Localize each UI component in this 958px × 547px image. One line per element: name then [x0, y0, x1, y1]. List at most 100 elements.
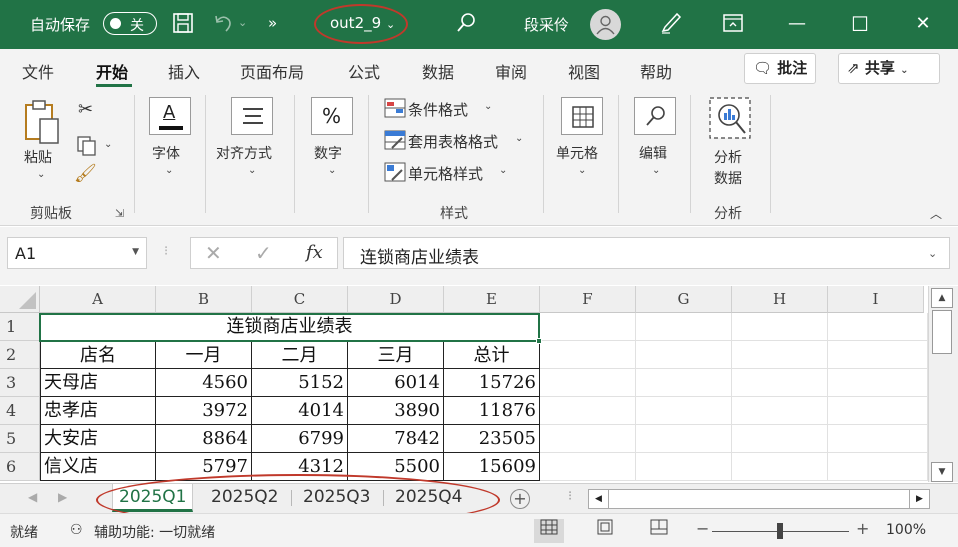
save-icon[interactable]	[172, 12, 194, 40]
empty-cell[interactable]	[732, 453, 828, 481]
avatar[interactable]	[590, 9, 621, 40]
confirm-entry-icon[interactable]: ✓	[255, 241, 272, 265]
user-name[interactable]: 段采伶	[524, 14, 569, 35]
zoom-out-icon[interactable]: −	[696, 519, 709, 538]
tab-splitter-icon[interactable]: ⁝	[568, 489, 572, 504]
copy-icon[interactable]	[76, 135, 98, 161]
column-header-e[interactable]: E	[444, 286, 540, 313]
add-sheet-button[interactable]: +	[510, 489, 530, 509]
total-cell[interactable]: 15609	[444, 453, 540, 481]
header-cell[interactable]: 总计	[444, 341, 540, 369]
alignment-icon[interactable]	[231, 97, 273, 135]
font-label[interactable]: 字体	[152, 143, 180, 163]
row-header-6[interactable]: 6	[0, 453, 40, 481]
cancel-entry-icon[interactable]: ✕	[205, 241, 222, 265]
prev-sheet-icon[interactable]: ◀	[28, 490, 37, 504]
empty-cell[interactable]	[828, 397, 928, 425]
table-format-icon[interactable]	[384, 130, 406, 154]
number-chevron-icon[interactable]: ⌄	[328, 165, 336, 176]
data-cell[interactable]: 7842	[348, 425, 444, 453]
empty-cell[interactable]	[636, 369, 732, 397]
horizontal-scrollbar[interactable]: ◀ ▶	[588, 489, 930, 509]
row-header-4[interactable]: 4	[0, 397, 40, 425]
alignment-chevron-icon[interactable]: ⌄	[248, 165, 256, 176]
next-sheet-icon[interactable]: ▶	[58, 490, 67, 504]
number-label[interactable]: 数字	[314, 143, 342, 163]
paste-chevron-icon[interactable]: ⌄	[37, 169, 45, 180]
filename-chevron-icon[interactable]: ⌄	[386, 14, 395, 36]
empty-cell[interactable]	[636, 425, 732, 453]
editing-label[interactable]: 编辑	[639, 143, 667, 163]
tab-file[interactable]: 文件	[22, 59, 54, 83]
store-name-cell[interactable]: 信义店	[40, 453, 156, 481]
scroll-left-icon[interactable]: ◀	[589, 490, 609, 508]
tab-formulas[interactable]: 公式	[348, 59, 380, 83]
store-name-cell[interactable]: 大安店	[40, 425, 156, 453]
tab-page-layout[interactable]: 页面布局	[240, 59, 304, 83]
header-cell[interactable]: 二月	[252, 341, 348, 369]
clipboard-launcher-icon[interactable]: ⇲	[115, 207, 124, 220]
data-cell[interactable]: 4014	[252, 397, 348, 425]
conditional-format-chevron-icon[interactable]: ⌄	[484, 101, 492, 112]
empty-cell[interactable]	[828, 453, 928, 481]
empty-cell[interactable]	[636, 313, 732, 341]
empty-cell[interactable]	[540, 453, 636, 481]
undo-icon[interactable]	[212, 12, 234, 40]
page-break-view-button[interactable]	[644, 519, 674, 543]
page-layout-view-button[interactable]	[590, 519, 620, 543]
more-commands-icon[interactable]: »	[268, 12, 277, 34]
total-cell[interactable]: 15726	[444, 369, 540, 397]
copy-chevron-icon[interactable]: ⌄	[104, 139, 112, 150]
analyze-data-label-line2[interactable]: 数据	[714, 168, 742, 188]
share-button[interactable]: ⇗ 共享 ⌄	[838, 53, 940, 84]
paste-label[interactable]: 粘贴	[24, 147, 52, 167]
tab-view[interactable]: 视图	[568, 59, 600, 83]
empty-cell[interactable]	[636, 397, 732, 425]
tab-home[interactable]: 开始	[96, 59, 128, 83]
worksheet-grid[interactable]: A B C D E F G H I 1 2 3 4 5 6 连锁商店业绩表 店名…	[0, 286, 928, 482]
column-header-a[interactable]: A	[40, 286, 156, 313]
tab-help[interactable]: 帮助	[640, 59, 672, 83]
header-cell[interactable]: 店名	[40, 341, 156, 369]
empty-cell[interactable]	[732, 397, 828, 425]
empty-cell[interactable]	[828, 341, 928, 369]
data-cell[interactable]: 5152	[252, 369, 348, 397]
zoom-slider-thumb[interactable]	[777, 523, 783, 539]
empty-cell[interactable]	[636, 453, 732, 481]
row-header-5[interactable]: 5	[0, 425, 40, 453]
empty-cell[interactable]	[828, 369, 928, 397]
scroll-up-icon[interactable]: ▲	[931, 288, 953, 308]
data-cell[interactable]: 3972	[156, 397, 252, 425]
empty-cell[interactable]	[732, 341, 828, 369]
empty-cell[interactable]	[540, 341, 636, 369]
empty-cell[interactable]	[732, 313, 828, 341]
table-format-label[interactable]: 套用表格格式	[408, 131, 498, 152]
empty-cell[interactable]	[732, 425, 828, 453]
cell-styles-icon[interactable]	[384, 162, 406, 186]
insert-function-button[interactable]: fx	[306, 242, 323, 263]
collapse-ribbon-icon[interactable]: ︿	[930, 205, 942, 222]
number-format-icon[interactable]: %	[311, 97, 353, 135]
cell-styles-chevron-icon[interactable]: ⌄	[499, 165, 507, 176]
column-header-g[interactable]: G	[636, 286, 732, 313]
empty-cell[interactable]	[540, 369, 636, 397]
ribbon-display-icon[interactable]	[722, 12, 744, 40]
cell-styles-label[interactable]: 单元格样式	[408, 163, 483, 184]
column-header-h[interactable]: H	[732, 286, 828, 313]
expand-formula-bar-icon[interactable]: ⌄	[928, 247, 937, 260]
data-cell[interactable]: 8864	[156, 425, 252, 453]
undo-dropdown-icon[interactable]: ⌄	[238, 12, 247, 34]
zoom-in-icon[interactable]: +	[856, 519, 869, 538]
accessibility-status[interactable]: 辅助功能: 一切就绪	[94, 522, 215, 542]
maximize-button[interactable]: ☐	[845, 10, 875, 38]
empty-cell[interactable]	[828, 313, 928, 341]
pen-icon[interactable]	[660, 12, 684, 40]
header-cell[interactable]: 一月	[156, 341, 252, 369]
analyze-data-label-line1[interactable]: 分析	[714, 147, 742, 167]
format-painter-icon[interactable]: 🖌	[74, 163, 97, 184]
scroll-down-icon[interactable]: ▼	[931, 462, 953, 482]
header-cell[interactable]: 三月	[348, 341, 444, 369]
paste-icon[interactable]	[22, 97, 62, 153]
data-cell[interactable]: 6799	[252, 425, 348, 453]
store-name-cell[interactable]: 忠孝店	[40, 397, 156, 425]
